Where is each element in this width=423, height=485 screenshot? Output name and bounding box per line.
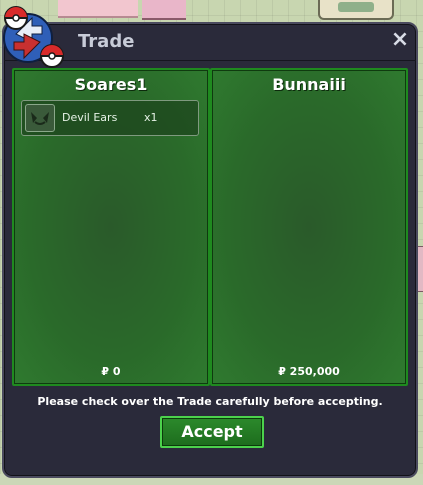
item-name: Devil Ears — [62, 111, 118, 124]
partner-offer-panel: Bunnaiii ₽ 250,000 — [210, 68, 408, 386]
money-amount: ₽ 250,000 — [278, 365, 340, 378]
trade-notice: Please check over the Trade carefully be… — [37, 395, 383, 408]
trade-logo-icon — [3, 6, 64, 68]
player-name: Soares1 — [74, 75, 148, 94]
money-amount: ₽ 0 — [101, 365, 121, 378]
player-name: Bunnaiii — [272, 75, 346, 94]
accept-button[interactable]: Accept — [160, 416, 264, 448]
my-offer-panel: Soares1 Devil Ears x1 ₽ 0 — [12, 68, 210, 386]
window-title: Trade — [78, 31, 135, 52]
trade-window: Trade × Soares1 Devil Ears x1 ₽ 0 Bunnai… — [2, 6, 418, 478]
background-character — [142, 0, 186, 20]
background-scenery — [58, 0, 138, 18]
close-icon[interactable]: × — [390, 29, 410, 51]
trade-item-slot[interactable]: Devil Ears x1 — [21, 100, 199, 136]
background-sign — [318, 0, 394, 20]
item-quantity: x1 — [144, 111, 158, 124]
devil-ears-icon — [25, 104, 55, 132]
